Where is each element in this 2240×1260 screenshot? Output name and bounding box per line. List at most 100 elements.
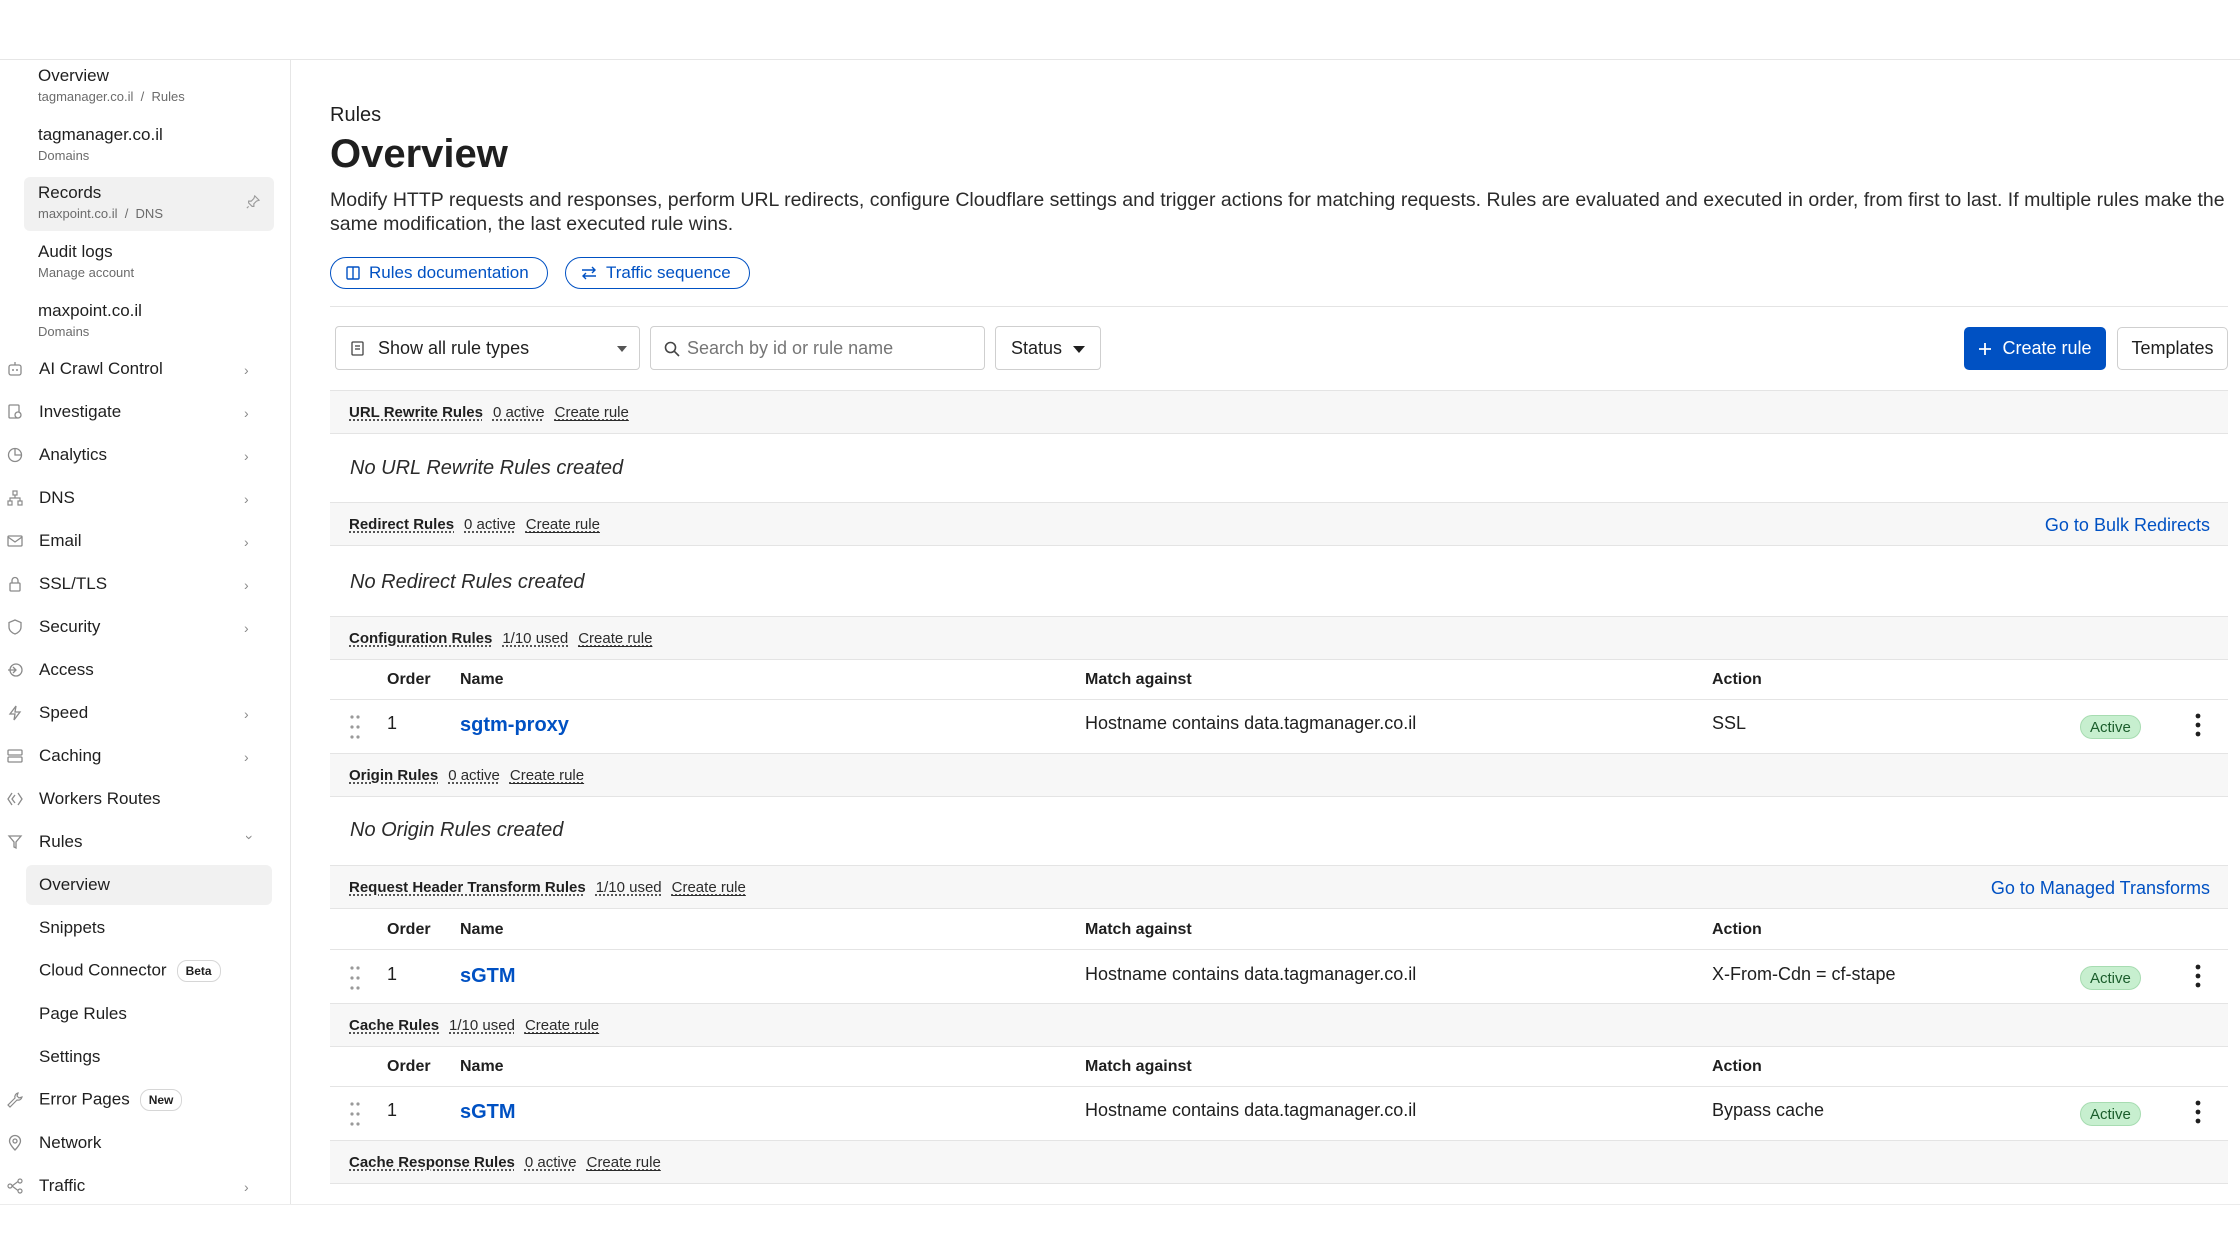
create-rule-link[interactable]: Create rule: [526, 516, 600, 533]
column-order: Order: [387, 1058, 431, 1075]
rule-order: 1: [387, 713, 398, 733]
column-action: Action: [1712, 1058, 1762, 1075]
rule-name-link[interactable]: sGTM: [460, 1101, 516, 1124]
rule-type-select[interactable]: Show all rule types: [335, 326, 640, 370]
nav-security[interactable]: Security ›: [0, 607, 290, 647]
chevron-down-icon: ›: [242, 835, 258, 840]
pin-icon[interactable]: [246, 195, 260, 209]
nav-label: Caching: [39, 746, 102, 765]
create-rule-link[interactable]: Create rule: [525, 1017, 599, 1034]
chevron-right-icon: ›: [244, 620, 249, 636]
search-icon: [664, 341, 680, 357]
create-rule-link[interactable]: Create rule: [578, 630, 652, 647]
section-title[interactable]: Cache Rules 1/10 used Create rule: [349, 1017, 599, 1034]
rule-name-link[interactable]: sGTM: [460, 965, 516, 988]
section-count: 1/10 used: [449, 1017, 515, 1034]
rule-action: SSL: [1712, 713, 1747, 733]
section-title[interactable]: URL Rewrite Rules 0 active Create rule: [349, 404, 629, 421]
search-input[interactable]: [687, 327, 977, 369]
create-rule-link[interactable]: Create rule: [587, 1154, 661, 1171]
recent-item-subtitle: tagmanager.co.il / Rules: [38, 89, 185, 104]
document-search-icon: [8, 404, 22, 419]
nav-traffic[interactable]: Traffic ›: [0, 1166, 290, 1204]
nav-label: Settings: [39, 1047, 101, 1066]
nav-speed[interactable]: Speed ›: [0, 693, 290, 733]
nav-network[interactable]: Network: [0, 1123, 290, 1163]
section-cache-rules: Cache Rules 1/10 used Create rule: [330, 1003, 2228, 1047]
status-filter-button[interactable]: Status: [995, 326, 1101, 370]
nav-rules[interactable]: Rules ›: [0, 822, 290, 862]
recent-item-subtitle: Domains: [38, 324, 90, 339]
drag-handle-icon[interactable]: [350, 1101, 360, 1127]
nav-email[interactable]: Email ›: [0, 521, 290, 561]
nav-caching[interactable]: Caching ›: [0, 736, 290, 776]
nav-ai-crawl-control[interactable]: AI Crawl Control ›: [0, 349, 290, 389]
rule-name-link[interactable]: sgtm-proxy: [460, 714, 569, 737]
section-title[interactable]: Cache Response Rules 0 active Create rule: [349, 1154, 661, 1171]
nav-ssl-tls[interactable]: SSL/TLS ›: [0, 564, 290, 604]
swap-arrows-icon: [582, 266, 596, 280]
templates-button[interactable]: Templates: [2117, 327, 2228, 370]
column-action: Action: [1712, 921, 1762, 938]
nav-rules-page-rules[interactable]: Page Rules: [26, 994, 272, 1034]
rule-type-select-value: Show all rule types: [378, 337, 530, 358]
drag-handle-icon[interactable]: [350, 965, 360, 991]
nav-label: Traffic: [39, 1176, 86, 1195]
empty-state: No Redirect Rules created: [350, 571, 585, 593]
table-row: 1 sGTM Hostname contains data.tagmanager…: [330, 951, 2228, 1005]
section-title[interactable]: Configuration Rules 1/10 used Create rule: [349, 630, 652, 647]
nav-rules-snippets[interactable]: Snippets: [26, 908, 272, 948]
chevron-right-icon: ›: [244, 1179, 249, 1195]
section-title[interactable]: Redirect Rules 0 active Create rule: [349, 516, 600, 533]
filter-list-icon: [351, 341, 364, 356]
empty-state: No URL Rewrite Rules created: [350, 457, 624, 479]
recent-item-records[interactable]: Records maxpoint.co.il / DNS: [24, 177, 274, 231]
nav-rules-overview[interactable]: Overview: [26, 865, 272, 905]
rules-documentation-label: Rules documentation: [369, 263, 529, 282]
create-rule-link[interactable]: Create rule: [672, 879, 746, 896]
recent-item-title: Overview: [38, 66, 109, 85]
nav-dns[interactable]: DNS ›: [0, 478, 290, 518]
section-count: 1/10 used: [502, 630, 569, 647]
page-title: Overview: [330, 132, 508, 176]
create-rule-link[interactable]: Create rule: [510, 767, 584, 784]
recent-item-audit-logs[interactable]: Audit logs Manage account: [24, 236, 274, 290]
more-options-icon[interactable]: [2193, 1100, 2203, 1124]
section-configuration-rules: Configuration Rules 1/10 used Create rule: [330, 616, 2228, 660]
nav-label: Cloud Connector Beta: [39, 960, 221, 982]
nav-rules-settings[interactable]: Settings: [26, 1037, 272, 1077]
rules-documentation-button[interactable]: Rules documentation: [330, 257, 548, 289]
managed-transforms-link[interactable]: Go to Managed Transforms: [1991, 878, 2210, 899]
create-rule-label: Create rule: [2002, 338, 2092, 358]
nav-access[interactable]: Access: [0, 650, 290, 690]
bulk-redirects-link[interactable]: Go to Bulk Redirects: [2045, 515, 2210, 536]
nav-error-pages[interactable]: Error Pages New: [0, 1080, 290, 1120]
nav-investigate[interactable]: Investigate ›: [0, 392, 290, 432]
section-title[interactable]: Origin Rules 0 active Create rule: [349, 767, 584, 784]
nav-label: Email: [39, 531, 82, 550]
status-badge: Active: [2080, 966, 2141, 990]
more-options-icon[interactable]: [2193, 713, 2203, 737]
drag-handle-icon[interactable]: [350, 714, 360, 740]
page-breadcrumb: Rules: [330, 104, 382, 126]
create-rule-link[interactable]: Create rule: [555, 404, 629, 421]
column-match: Match against: [1085, 1058, 1192, 1075]
search-field[interactable]: [650, 326, 985, 370]
nav-label: SSL/TLS: [39, 574, 108, 593]
more-options-icon[interactable]: [2193, 964, 2203, 988]
recent-item-subtitle: Manage account: [38, 265, 135, 280]
section-count: 0 active: [464, 516, 516, 533]
recent-item-tagmanager[interactable]: tagmanager.co.il Domains: [24, 119, 274, 173]
recent-item-overview[interactable]: Overview tagmanager.co.il / Rules: [24, 60, 274, 114]
section-title[interactable]: Request Header Transform Rules 1/10 used C…: [349, 879, 746, 896]
nav-workers-routes[interactable]: Workers Routes: [0, 779, 290, 819]
nav-analytics[interactable]: Analytics ›: [0, 435, 290, 475]
recent-item-maxpoint[interactable]: maxpoint.co.il Domains: [24, 295, 274, 349]
wrench-icon: [7, 1092, 23, 1108]
nav-rules-cloud-connector[interactable]: Cloud Connector Beta: [26, 951, 272, 991]
nav-label: Security: [39, 617, 101, 636]
column-match: Match against: [1085, 921, 1192, 938]
create-rule-button[interactable]: Create rule: [1964, 327, 2106, 370]
traffic-sequence-button[interactable]: Traffic sequence: [565, 257, 750, 289]
divider: [330, 306, 2228, 307]
